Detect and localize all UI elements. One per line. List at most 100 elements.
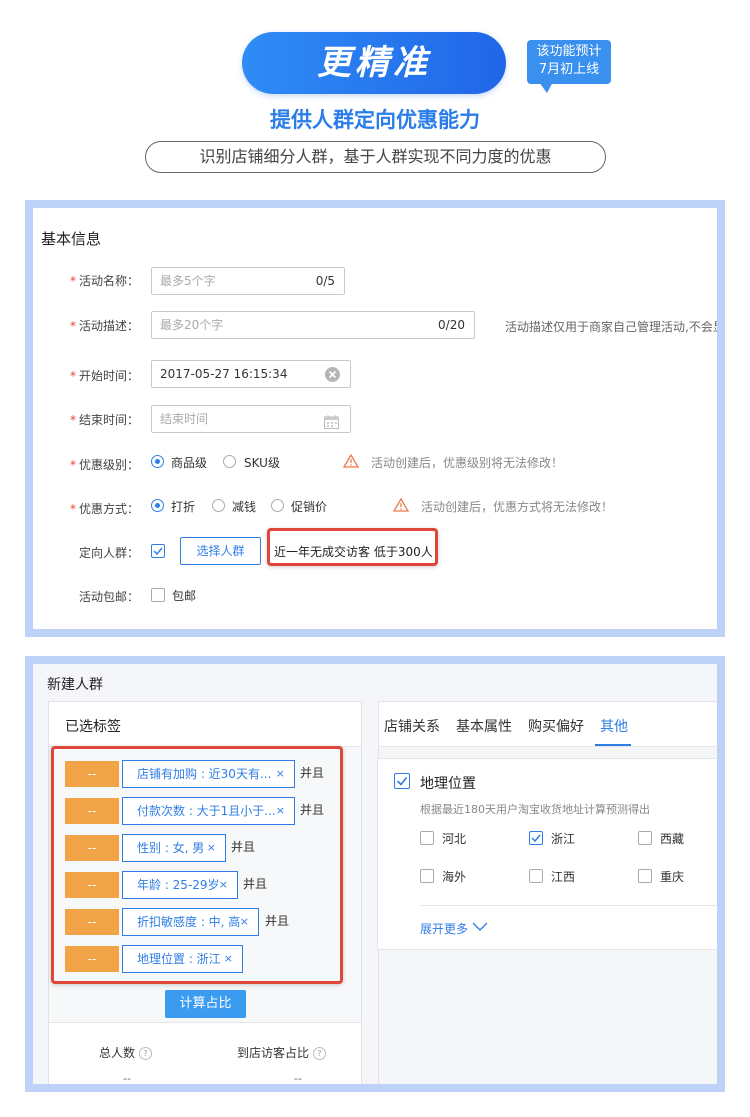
- geo-option-label: 海外: [442, 870, 467, 884]
- warning-icon: [342, 453, 360, 472]
- activity-name-label-text: 活动名称：: [78, 274, 139, 288]
- tag-picker-column: 店铺关系 基本属性 购买偏好 其他 地理位置 根据最近180天用户淘宝收货地址计…: [377, 701, 717, 1084]
- help-icon[interactable]: ?: [312, 1047, 326, 1060]
- geo-option-checkbox[interactable]: [420, 831, 434, 845]
- geo-option-checkbox[interactable]: [529, 831, 543, 845]
- tab-basic-attributes[interactable]: 基本属性: [456, 716, 512, 736]
- expand-more-label: 展开更多: [420, 922, 469, 936]
- stat-visitor-ratio-value: --: [294, 1072, 302, 1084]
- launch-badge-line1: 该功能预计: [536, 44, 602, 59]
- required-mark: *: [69, 274, 76, 288]
- geo-option-label: 西藏: [660, 832, 685, 846]
- target-group-checkbox[interactable]: [151, 544, 165, 558]
- launch-badge-line2: 7月初上线: [538, 62, 600, 77]
- free-shipping-checkbox-label: 包邮: [172, 589, 197, 603]
- geo-note: 根据最近180天用户淘宝收货地址计算预测得出: [420, 803, 650, 816]
- activity-desc-input[interactable]: 最多20个字 0/20: [151, 311, 475, 339]
- geo-option-checkbox[interactable]: [638, 869, 652, 883]
- tab-other[interactable]: 其他: [600, 716, 628, 736]
- discount-type-label-text: 优惠方式：: [78, 502, 139, 516]
- free-shipping-checkbox[interactable]: [151, 588, 165, 602]
- required-mark: *: [69, 502, 76, 516]
- activity-desc-hint: 活动描述仅用于商家自己管理活动,不会显示: [505, 320, 717, 334]
- required-mark: *: [69, 319, 76, 333]
- hero-title: 更精准: [317, 43, 431, 83]
- start-time-value: 2017-05-27 16:15:34: [160, 367, 288, 381]
- stat-total-value: --: [123, 1072, 131, 1084]
- geo-option-checkbox[interactable]: [420, 869, 434, 883]
- activity-desc-placeholder: 最多20个字: [160, 318, 224, 332]
- required-mark: *: [69, 413, 76, 427]
- geo-option-label: 浙江: [551, 832, 576, 846]
- stat-visitor-ratio: 到店访客占比 ?: [237, 1044, 326, 1061]
- discount-level-warning: 活动创建后，优惠级别将无法修改！: [371, 456, 564, 470]
- calendar-icon[interactable]: [324, 412, 339, 438]
- launch-badge-tail: [539, 82, 553, 93]
- geo-title: 地理位置: [420, 776, 476, 792]
- highlight-box: [51, 746, 343, 984]
- end-time-input[interactable]: 结束时间: [151, 405, 351, 433]
- selected-crowd-text: 近一年无成交访客 低于300人: [274, 545, 433, 559]
- discount-level-label-text: 优惠级别：: [78, 458, 139, 472]
- radio-label-item-level: 商品级: [171, 456, 208, 470]
- activity-name-label: * 活动名称：: [53, 272, 139, 289]
- selected-tags-title: 已选标签: [65, 719, 121, 735]
- divider: [420, 905, 717, 906]
- radio-label-sku-level: SKU级: [244, 456, 280, 470]
- start-time-label: * 开始时间：: [53, 367, 139, 384]
- activity-desc-label-text: 活动描述：: [78, 319, 139, 333]
- discount-type-warning: 活动创建后，优惠方式将无法修改！: [421, 500, 614, 514]
- radio-sku-level[interactable]: [223, 455, 236, 468]
- calculate-ratio-button[interactable]: 计算占比: [165, 990, 246, 1018]
- radio-item-level[interactable]: [151, 455, 164, 468]
- required-mark: *: [69, 458, 76, 472]
- radio-reduce[interactable]: [212, 499, 225, 512]
- activity-desc-label: * 活动描述：: [53, 317, 139, 334]
- discount-level-label: * 优惠级别：: [53, 456, 139, 473]
- feature-subtitle: 提供人群定向优惠能力: [270, 108, 480, 132]
- clear-icon[interactable]: [325, 367, 340, 382]
- stat-total: 总人数 ?: [99, 1044, 152, 1061]
- geo-option-label: 河北: [442, 832, 467, 846]
- radio-promo-price[interactable]: [271, 499, 284, 512]
- warning-icon: [392, 497, 410, 516]
- free-shipping-label: 活动包邮：: [78, 590, 139, 604]
- basic-info-panel: 基本信息 * 活动名称： 最多5个字 0/5 * 活动描述： 最多20个字 0/20…: [33, 208, 717, 629]
- start-time-input[interactable]: 2017-05-27 16:15:34: [151, 360, 351, 388]
- help-icon[interactable]: ?: [138, 1047, 152, 1060]
- geo-option-checkbox[interactable]: [638, 831, 652, 845]
- expand-more-link[interactable]: 展开更多: [420, 920, 488, 937]
- end-time-placeholder: 结束时间: [160, 412, 209, 426]
- stat-total-label: 总人数: [99, 1046, 136, 1060]
- tab-store-relation[interactable]: 店铺关系: [384, 716, 440, 736]
- geo-option-label: 江西: [551, 870, 576, 884]
- tab-purchase-preference[interactable]: 购买偏好: [528, 716, 584, 736]
- new-crowd-panel: 新建人群 已选标签 计算占比 总人数 ? -- 到店访客占比 ? -- -- 店…: [33, 664, 717, 1084]
- new-crowd-title: 新建人群: [47, 677, 103, 693]
- radio-label-promo-price: 促销价: [291, 500, 328, 514]
- activity-name-counter: 0/5: [315, 274, 335, 288]
- radio-label-discount: 打折: [171, 500, 196, 514]
- radio-label-reduce: 减钱: [232, 500, 257, 514]
- divider: [49, 1022, 361, 1023]
- geo-option-label: 重庆: [660, 870, 685, 884]
- section-title: 基本信息: [41, 230, 102, 248]
- required-mark: *: [69, 369, 76, 383]
- target-group-label: 定向人群：: [78, 546, 139, 560]
- activity-name-input[interactable]: 最多5个字 0/5: [151, 267, 345, 295]
- select-crowd-button[interactable]: 选择人群: [180, 537, 261, 565]
- geo-checkbox[interactable]: [394, 773, 410, 789]
- discount-type-label: * 优惠方式：: [53, 500, 139, 517]
- activity-desc-counter: 0/20: [438, 318, 465, 332]
- stat-visitor-ratio-label: 到店访客占比: [237, 1046, 310, 1060]
- launch-badge: 该功能预计 7月初上线: [527, 40, 611, 84]
- chevron-down-icon: [472, 922, 488, 931]
- end-time-label-text: 结束时间：: [78, 413, 139, 427]
- activity-name-placeholder: 最多5个字: [160, 274, 216, 288]
- feature-description: 识别店铺细分人群，基于人群实现不同力度的优惠: [145, 141, 606, 173]
- end-time-label: * 结束时间：: [53, 411, 139, 428]
- radio-discount[interactable]: [151, 499, 164, 512]
- geo-option-checkbox[interactable]: [529, 869, 543, 883]
- start-time-label-text: 开始时间：: [78, 369, 139, 383]
- geo-card: 地理位置 根据最近180天用户淘宝收货地址计算预测得出 河北 浙江 西藏 海外 …: [377, 758, 717, 950]
